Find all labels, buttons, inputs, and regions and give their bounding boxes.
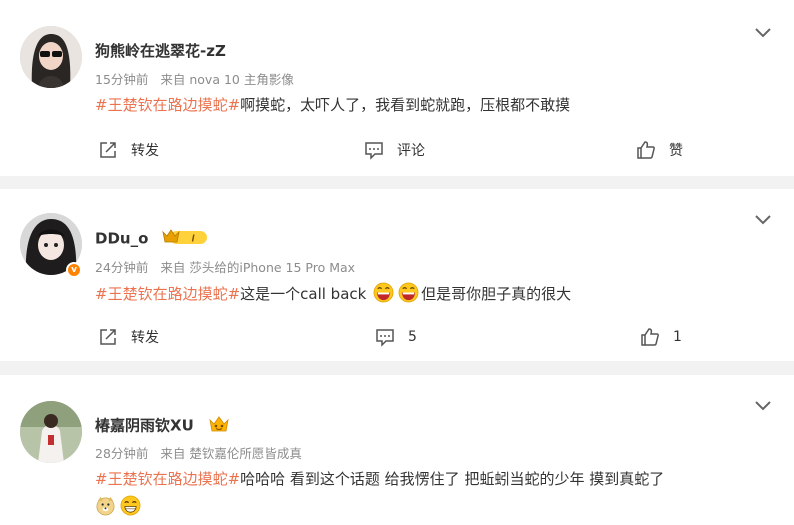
doge-emoji-icon	[96, 496, 115, 516]
comment-count: 5	[408, 329, 417, 345]
comment-body: 这是一个call back	[240, 285, 367, 303]
topic-link[interactable]: #王楚钦在路边摸蛇#	[95, 96, 240, 114]
source: 来自 nova 10 主角影像	[160, 72, 294, 87]
comment-text: #王楚钦在路边摸蛇#这是一个call back 但是哥你胆子真的很大	[95, 282, 571, 304]
comment-label: 评论	[397, 143, 425, 159]
vip-crown-icon[interactable]: I	[161, 228, 208, 250]
timestamp: 24分钟前	[95, 260, 149, 275]
comment-body: 哈哈哈 看到这个话题 给我愣住了 把蚯蚓当蛇的少年 摸到真蛇了	[240, 470, 665, 488]
vip-level: I	[191, 234, 194, 245]
source: 来自 楚钦嘉伦所愿皆成真	[160, 446, 302, 461]
timestamp: 15分钟前	[95, 72, 149, 87]
chevron-down-icon[interactable]	[754, 214, 772, 226]
comment-card: 椿嘉阴雨钦XU 28分钟前 来自 楚钦嘉伦所愿皆成真 #王楚钦在路边摸蛇#哈哈哈…	[0, 375, 794, 525]
fan-crown-icon[interactable]	[207, 414, 231, 438]
comment-button[interactable]: 评论	[364, 140, 425, 160]
comment-card: 狗熊岭在逃翠花-zZ 15分钟前 来自 nova 10 主角影像 #王楚钦在路边…	[0, 0, 794, 176]
avatar[interactable]	[20, 26, 82, 88]
share-icon	[100, 329, 116, 345]
share-icon	[100, 142, 116, 158]
timestamp: 28分钟前	[95, 446, 149, 461]
grin-emoji-icon	[373, 282, 394, 303]
thumbs-up-icon	[641, 328, 659, 346]
comment-meta: 28分钟前 来自 楚钦嘉伦所愿皆成真	[95, 443, 310, 462]
thumbs-up-icon	[637, 141, 655, 159]
grin-emoji-icon	[398, 282, 419, 303]
emoji-row	[95, 495, 143, 516]
like-button[interactable]: 1	[640, 327, 682, 347]
repost-label: 转发	[131, 143, 159, 159]
like-button[interactable]: 赞	[636, 140, 683, 160]
repost-label: 转发	[131, 330, 159, 346]
comment-text: #王楚钦在路边摸蛇#哈哈哈 看到这个话题 给我愣住了 把蚯蚓当蛇的少年 摸到真蛇…	[95, 468, 664, 489]
topic-link[interactable]: #王楚钦在路边摸蛇#	[95, 285, 240, 303]
verified-v-icon: v	[66, 262, 82, 278]
username-row: 椿嘉阴雨钦XU	[95, 414, 231, 438]
chevron-down-icon[interactable]	[754, 27, 772, 39]
like-label: 赞	[669, 143, 683, 159]
username[interactable]: 椿嘉阴雨钦XU	[95, 417, 194, 435]
like-count: 1	[673, 329, 682, 345]
username-row: DDu_o I	[95, 228, 208, 250]
comment-body: 啊摸蛇，太吓人了，我看到蛇就跑，压根都不敢摸	[240, 96, 571, 114]
repost-button[interactable]: 转发	[98, 327, 159, 347]
comment-text: #王楚钦在路边摸蛇#啊摸蛇，太吓人了，我看到蛇就跑，压根都不敢摸	[95, 94, 570, 115]
repost-button[interactable]: 转发	[98, 140, 159, 160]
username[interactable]: 狗熊岭在逃翠花-zZ	[95, 40, 226, 61]
source: 来自 莎头给的iPhone 15 Pro Max	[160, 260, 356, 275]
comment-meta: 24分钟前 来自 莎头给的iPhone 15 Pro Max	[95, 257, 363, 276]
comment-body-continued: 但是哥你胆子真的很大	[421, 285, 572, 303]
comment-button[interactable]: 5	[375, 327, 417, 347]
comment-card: v DDu_o I 24分钟前 来自 莎头给的iPhone 15 Pro Max…	[0, 189, 794, 361]
chevron-down-icon[interactable]	[754, 400, 772, 412]
avatar[interactable]	[20, 401, 82, 463]
comment-meta: 15分钟前 来自 nova 10 主角影像	[95, 69, 302, 88]
grin-emoji-icon	[120, 495, 141, 516]
comment-icon	[365, 142, 383, 160]
username[interactable]: DDu_o	[95, 230, 148, 248]
topic-link[interactable]: #王楚钦在路边摸蛇#	[95, 470, 240, 488]
comment-icon	[376, 329, 394, 347]
